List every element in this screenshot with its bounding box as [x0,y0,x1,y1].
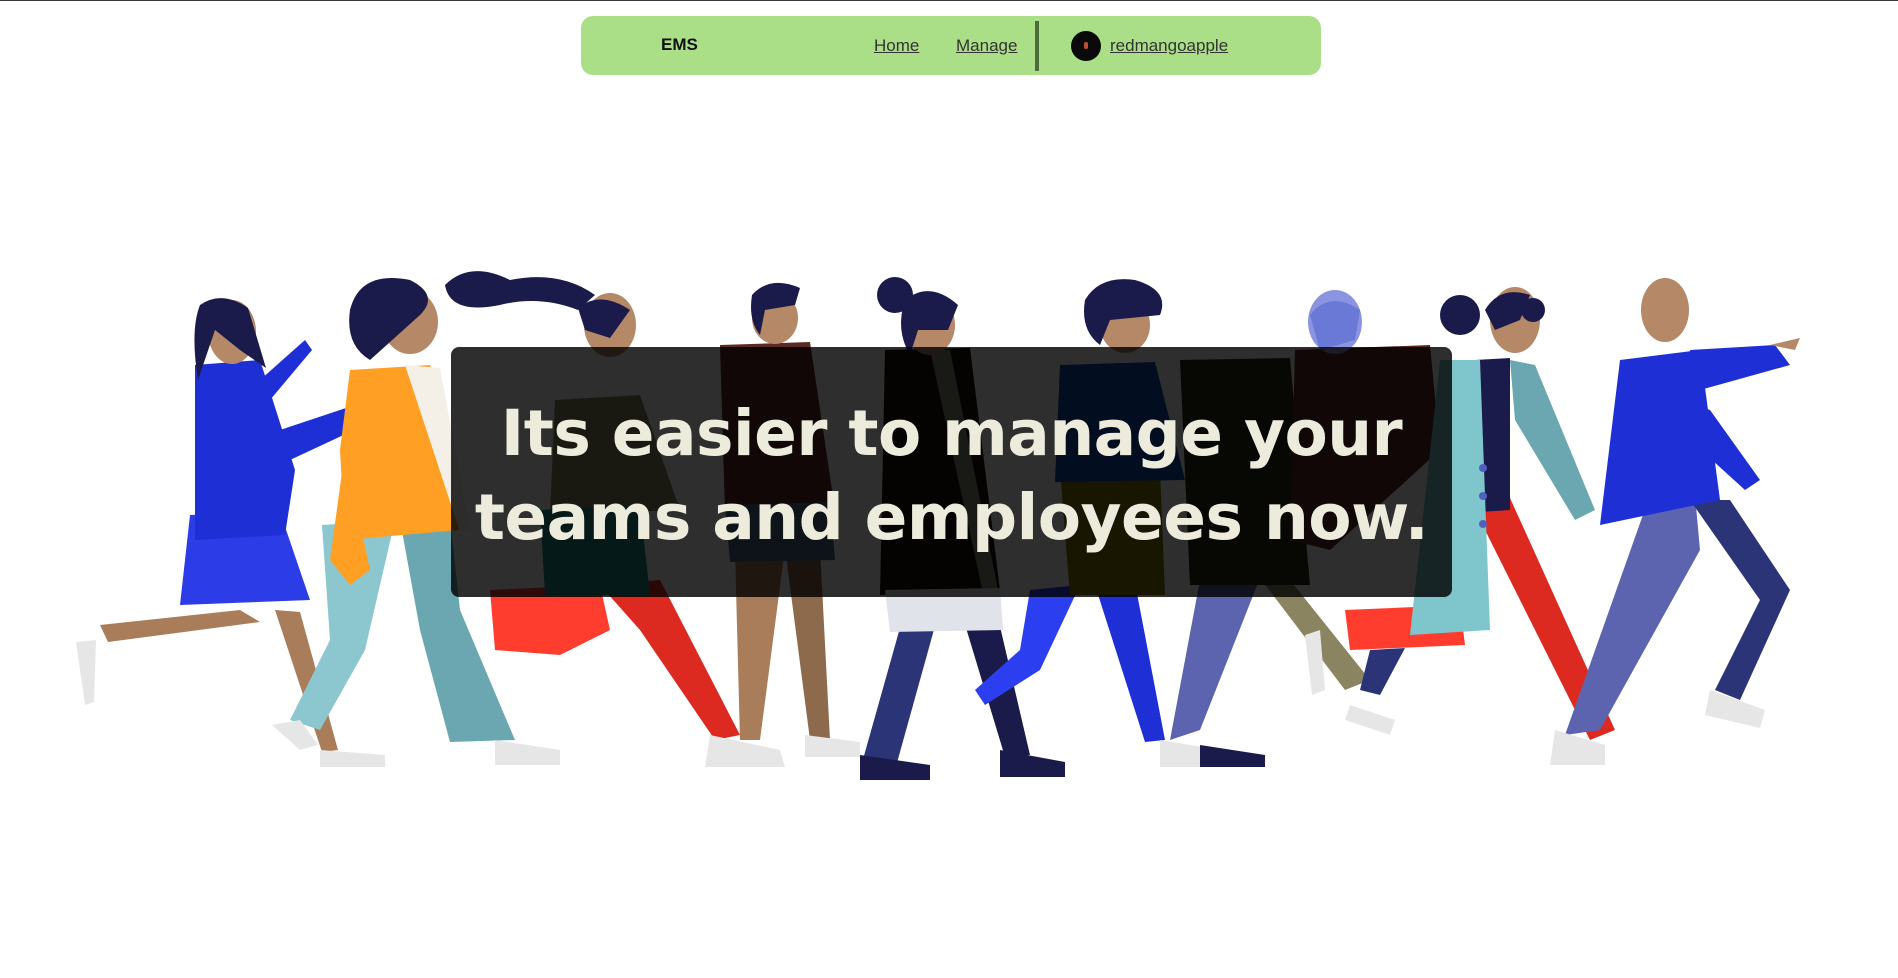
user-avatar[interactable] [1071,31,1101,61]
hero-headline: Its easier to manage your teams and empl… [474,397,1429,554]
nav-link-manage[interactable]: Manage [956,36,1017,56]
user-profile-link[interactable]: redmangoapple [1110,36,1228,56]
top-border [0,0,1898,1]
nav-divider [1035,21,1039,71]
top-navbar: EMS Home Manage redmangoapple [581,16,1321,75]
person-figure-9 [1550,278,1800,765]
nav-link-home[interactable]: Home [874,36,919,56]
brand-logo-text[interactable]: EMS [661,35,698,55]
